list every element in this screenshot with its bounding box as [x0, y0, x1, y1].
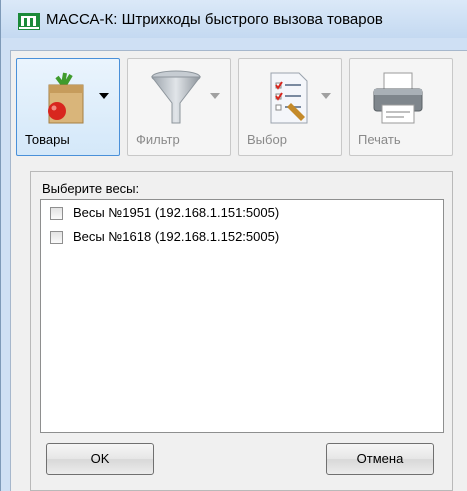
- filter-button[interactable]: Фильтр: [127, 58, 231, 156]
- scale-checkbox-1618[interactable]: [50, 231, 63, 244]
- main-client-area: Товары Фильтр Выбор Печать Выберите весы…: [10, 50, 467, 491]
- ok-button[interactable]: OK: [46, 443, 154, 475]
- scales-list[interactable]: Весы №1951 (192.168.1.151:5005) Весы №16…: [40, 199, 444, 433]
- goods-button[interactable]: Товары: [16, 58, 120, 156]
- window-title: МАССА-К: Штрихкоды быстрого вызова товар…: [46, 11, 383, 28]
- select-button[interactable]: Выбор: [238, 58, 342, 156]
- title-bar[interactable]: МАССА-К: Штрихкоды быстрого вызова товар…: [1, 0, 467, 38]
- printer-icon: [373, 72, 423, 124]
- cancel-button[interactable]: Отмена: [326, 443, 434, 475]
- filter-dropdown-arrow-icon[interactable]: [210, 93, 220, 99]
- checklist-icon: [270, 72, 308, 124]
- goods-button-label: Товары: [25, 132, 70, 147]
- goods-dropdown-arrow-icon[interactable]: [99, 93, 109, 99]
- groceries-bag-icon: [48, 72, 84, 124]
- app-window: МАССА-К: Штрихкоды быстрого вызова товар…: [0, 0, 467, 491]
- print-button-label: Печать: [358, 132, 401, 147]
- select-scales-label: Выберите весы:: [42, 181, 140, 196]
- scale-item-label: Весы №1618 (192.168.1.152:5005): [73, 229, 280, 244]
- print-button[interactable]: Печать: [349, 58, 453, 156]
- filter-button-label: Фильтр: [136, 132, 180, 147]
- toolbar: Товары Фильтр Выбор Печать: [11, 51, 467, 161]
- select-button-label: Выбор: [247, 132, 287, 147]
- massa-k-logo-icon: [18, 13, 40, 30]
- scale-checkbox-1951[interactable]: [50, 207, 63, 220]
- scale-item-label: Весы №1951 (192.168.1.151:5005): [73, 205, 280, 220]
- select-dropdown-arrow-icon[interactable]: [321, 93, 331, 99]
- funnel-filter-icon: [150, 70, 202, 124]
